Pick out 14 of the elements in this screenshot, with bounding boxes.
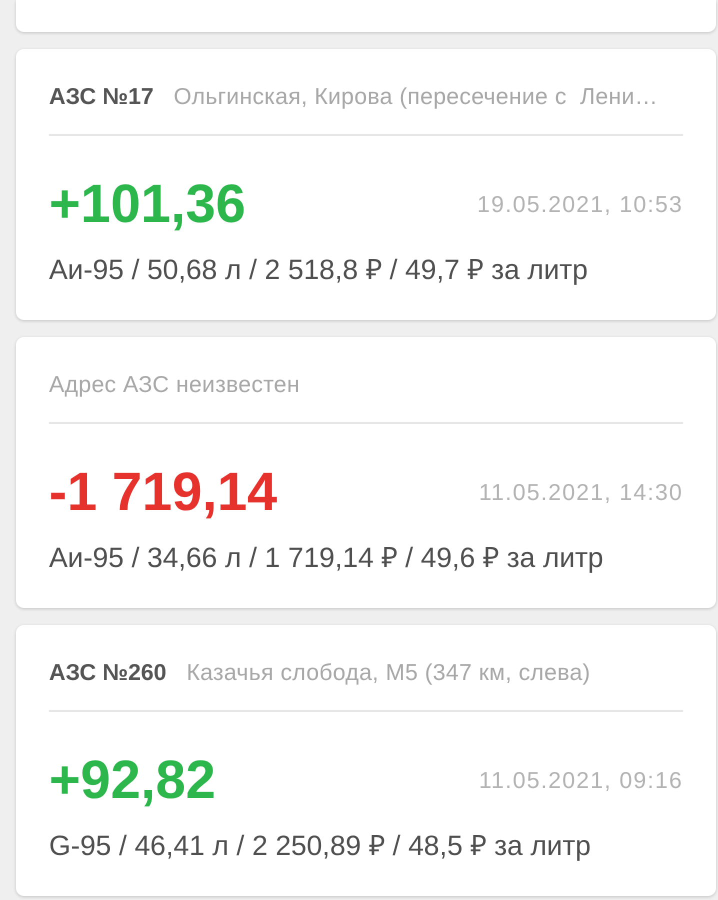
fuel-details: Аи-95 / 50,68 л / 2 518,8 ₽ / 49,7 ₽ за литр bbox=[49, 253, 589, 287]
station-address: Ольгинская, Кирова (пересечение с Лени… bbox=[174, 83, 658, 110]
station-number: АЗС №17 bbox=[49, 83, 154, 110]
fuel-details: Аи-95 / 34,66 л / 1 719,14 ₽ / 49,6 ₽ за литр bbox=[49, 541, 604, 575]
amount-value: +92,82 bbox=[49, 750, 216, 810]
fuel-details: G-95 / 46,41 л / 2 250,89 ₽ / 48,5 ₽ за литр bbox=[49, 829, 592, 863]
station-address: Адрес АЗС неизвестен bbox=[49, 371, 300, 398]
amount-value: +101,36 bbox=[49, 174, 246, 234]
transaction-date: 19.05.2021, 10:53 bbox=[477, 190, 683, 218]
station-number: АЗС №260 bbox=[49, 659, 166, 686]
transaction-date: 11.05.2021, 14:30 bbox=[478, 478, 683, 506]
transaction-date: 11.05.2021, 09:16 bbox=[478, 766, 683, 794]
station-address: Казачья слобода, М5 (347 км, слева) bbox=[186, 659, 591, 686]
amount-value: -1 719,14 bbox=[49, 462, 278, 522]
